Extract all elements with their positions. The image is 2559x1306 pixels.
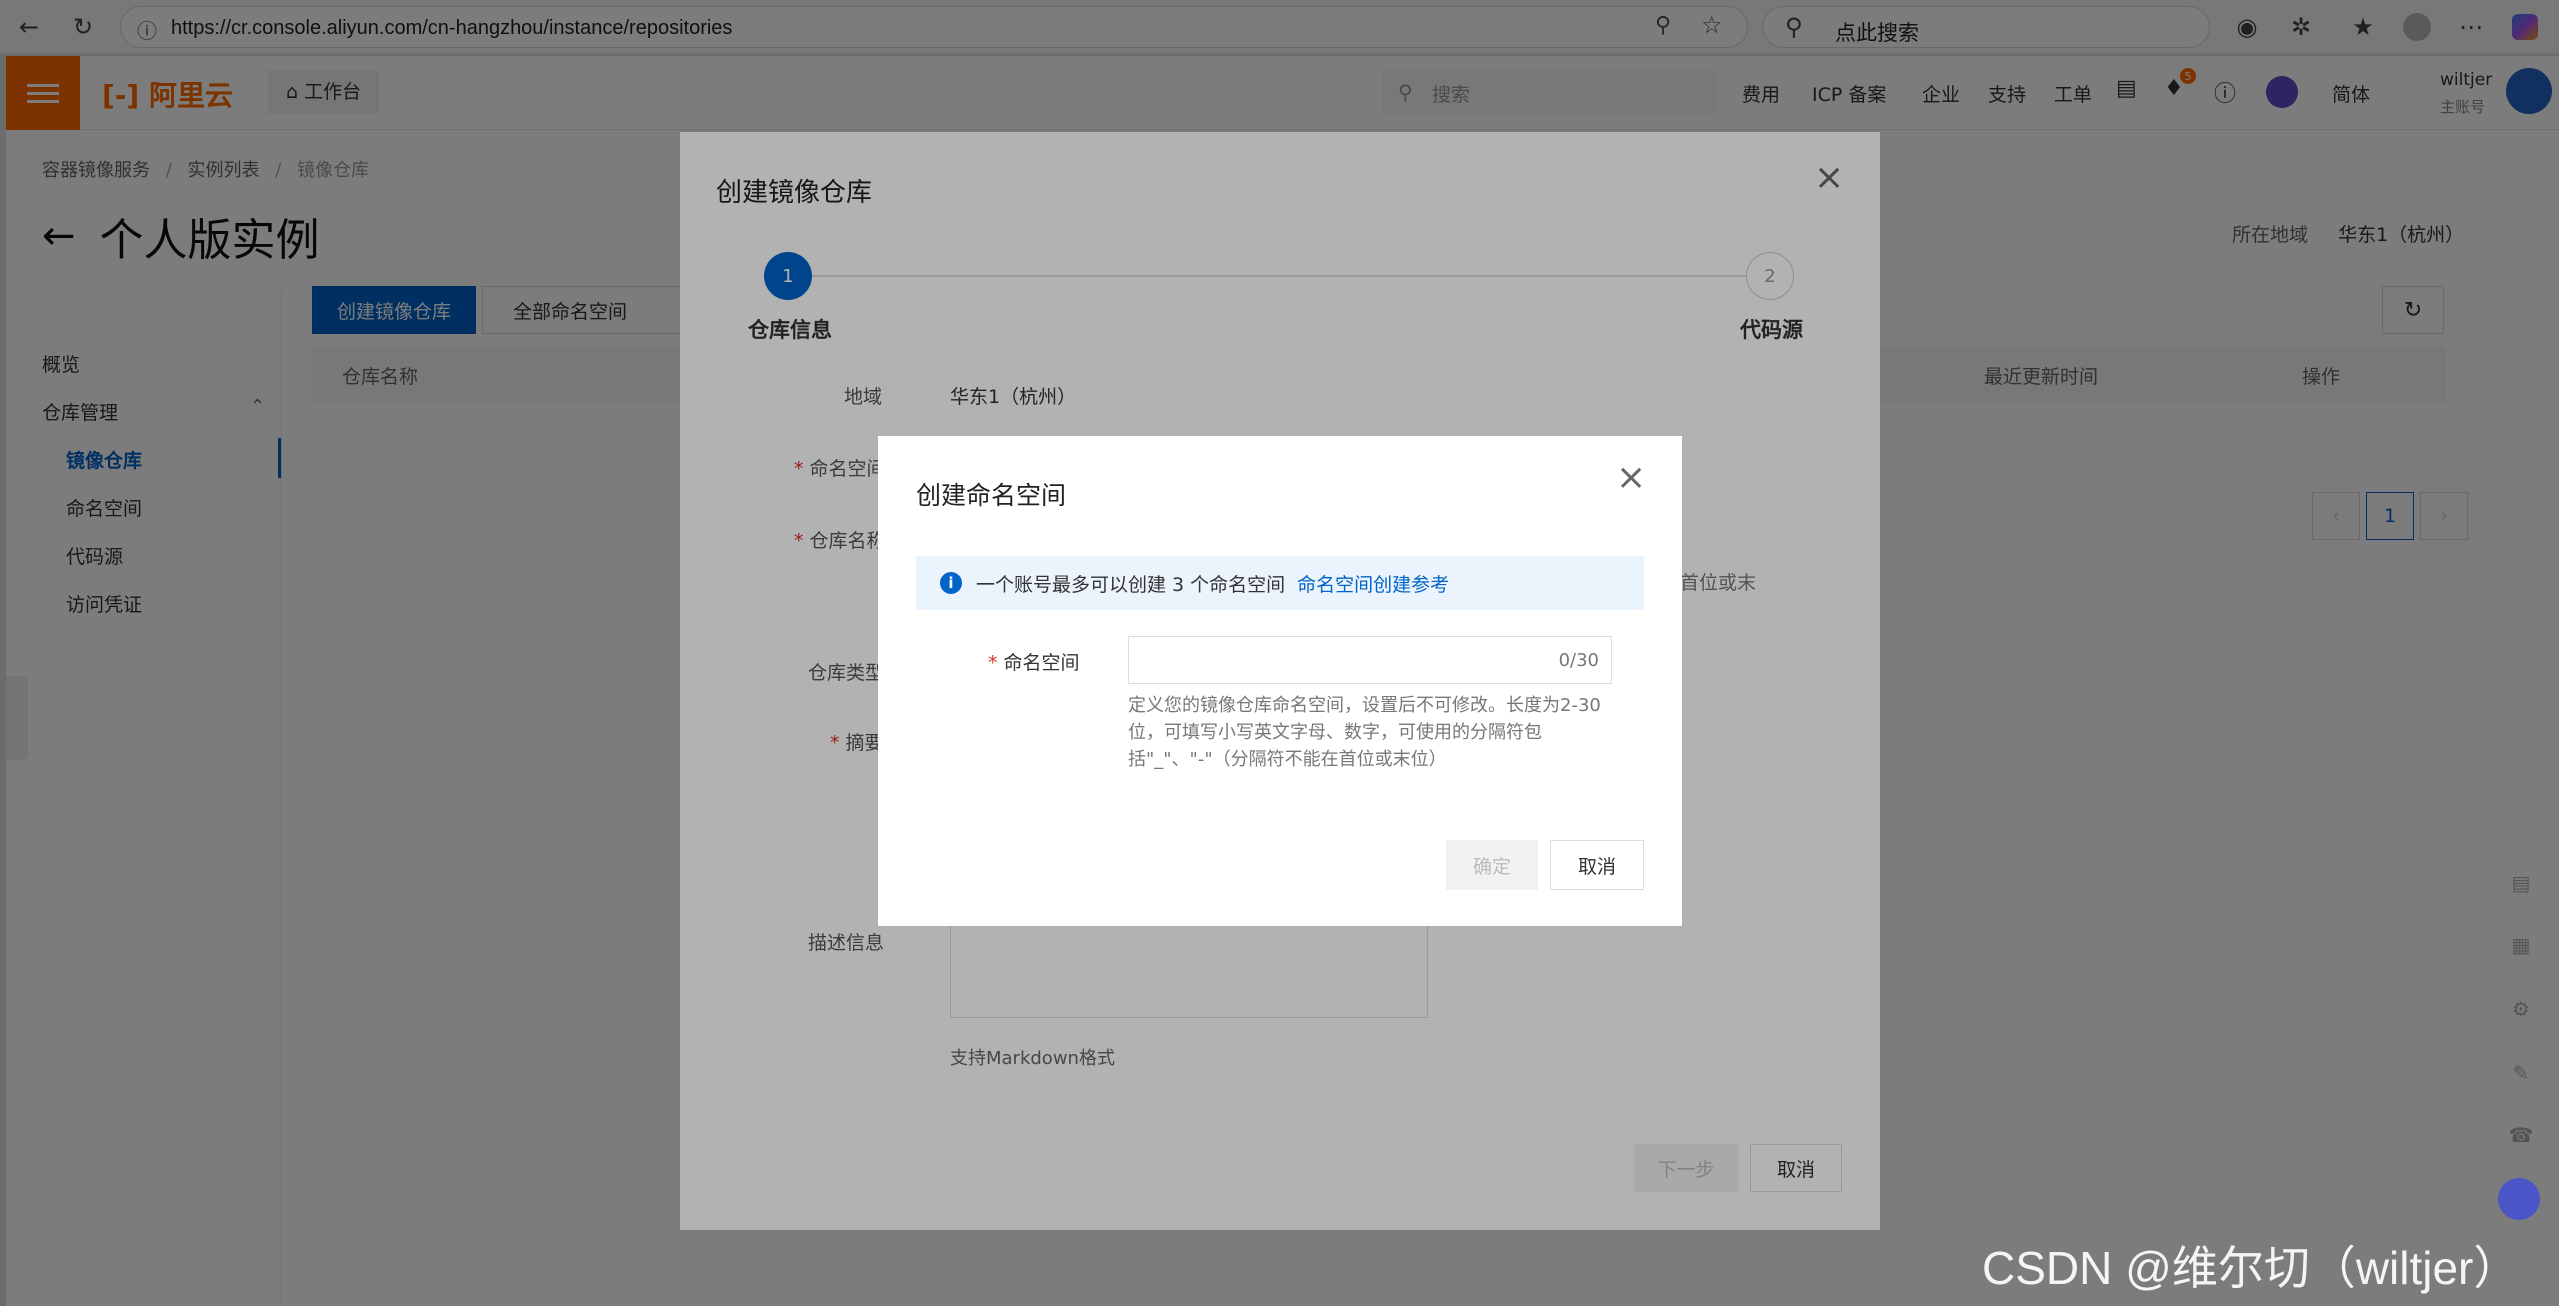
namespace-input[interactable] [1129,637,1509,683]
assistant-fab-icon[interactable] [2498,1178,2540,1220]
cancel-button[interactable]: 取消 [1550,840,1644,890]
char-counter: 0/30 [1558,650,1599,671]
notice-text: 一个账号最多可以创建 3 个命名空间 [976,573,1286,596]
gear-icon[interactable]: ⚙ [2506,994,2536,1024]
namespace-guide-link[interactable]: 命名空间创建参考 [1297,570,1449,597]
info-notice: i 一个账号最多可以创建 3 个命名空间 命名空间创建参考 [916,556,1644,610]
namespace-label: 命名空间 [1003,652,1080,674]
document-icon[interactable]: ▤ [2506,868,2536,898]
namespace-input-wrapper: 0/30 [1128,636,1612,684]
close-icon[interactable]: × [1616,460,1646,496]
edit-icon[interactable]: ✎ [2506,1058,2536,1088]
watermark: CSDN @维尔切（wiltjer） [1982,1242,2520,1294]
create-namespace-dialog: 创建命名空间 × i 一个账号最多可以创建 3 个命名空间 命名空间创建参考 *… [878,436,1682,926]
confirm-button[interactable]: 确定 [1446,840,1538,890]
ns-dialog-title: 创建命名空间 [916,481,1067,510]
headset-icon[interactable]: ☎ [2506,1120,2536,1150]
info-icon: i [940,572,962,594]
namespace-help-text: 定义您的镜像仓库命名空间，设置后不可修改。长度为2-30位，可填写小写英文字母、… [1128,695,1601,770]
code-icon[interactable]: ▦ [2506,930,2536,960]
